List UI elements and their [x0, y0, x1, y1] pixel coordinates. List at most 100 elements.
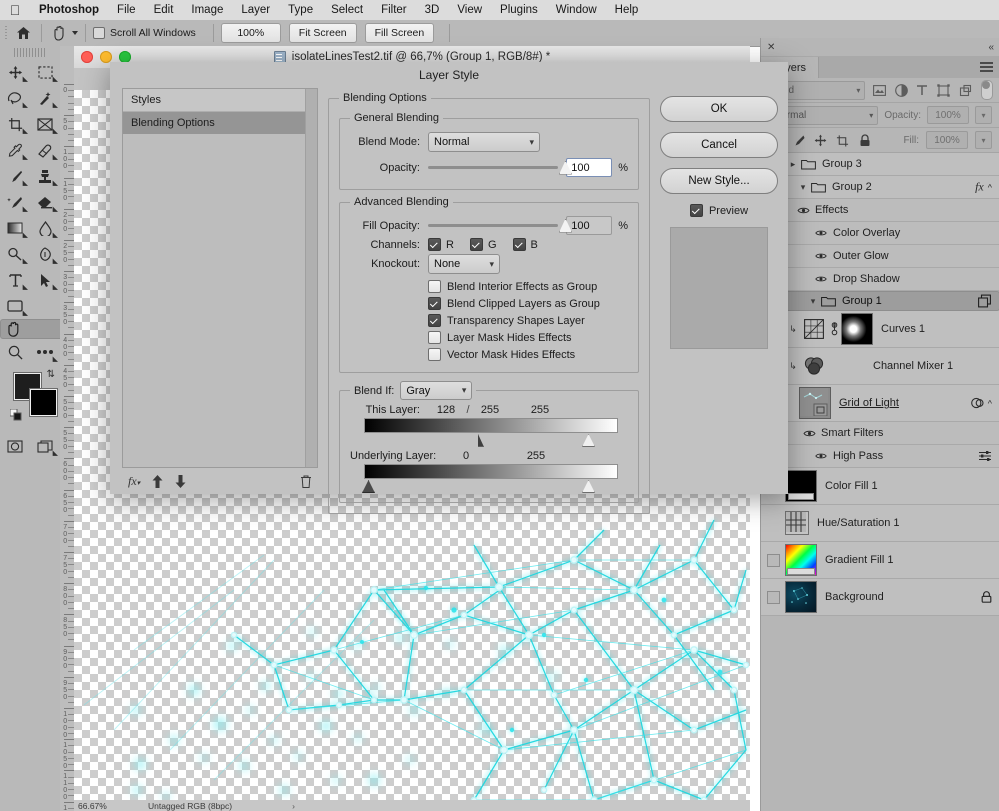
- new-style-button[interactable]: New Style...: [660, 168, 778, 194]
- group-collapse-chevron-icon[interactable]: ▾: [795, 182, 811, 193]
- lock-position-icon[interactable]: [813, 132, 828, 148]
- chevron-up-icon[interactable]: ^: [988, 398, 992, 408]
- blend-if-channel-select[interactable]: Gray ▾: [400, 381, 473, 400]
- hue-saturation-thumbnail[interactable]: [785, 511, 809, 535]
- layer-effects-indicator[interactable]: fx ^: [975, 180, 992, 195]
- fit-screen-button[interactable]: Fit Screen: [288, 23, 357, 43]
- underlying-layer-high-value[interactable]: 255: [516, 450, 556, 462]
- menu-item-help[interactable]: Help: [606, 4, 648, 16]
- brush-tool[interactable]: ◣: [0, 163, 30, 189]
- visibility-toggle-icon[interactable]: [809, 229, 833, 237]
- menu-item-window[interactable]: Window: [547, 4, 606, 16]
- layer-row-curves-1[interactable]: ↳ Curves 1: [761, 311, 999, 348]
- type-tool[interactable]: ◣: [0, 267, 30, 293]
- menu-item-edit[interactable]: Edit: [145, 4, 183, 16]
- menu-item-select[interactable]: Select: [322, 4, 372, 16]
- eyedropper-tool[interactable]: ◣: [0, 137, 30, 163]
- fx-icon[interactable]: fx▾: [128, 474, 140, 489]
- cancel-button[interactable]: Cancel: [660, 132, 778, 158]
- curves-adjustment-icon[interactable]: [801, 316, 827, 342]
- knockout-select[interactable]: None ▾: [428, 254, 500, 274]
- vertical-ruler[interactable]: 0501001502002503003504004505005506006507…: [60, 46, 75, 811]
- menu-item-layer[interactable]: Layer: [232, 4, 279, 16]
- layer-row-effects[interactable]: Effects: [761, 199, 999, 222]
- history-brush-tool[interactable]: ◣: [0, 189, 30, 215]
- lock-all-icon[interactable]: [857, 132, 872, 148]
- menu-item-image[interactable]: Image: [182, 4, 232, 16]
- hand-tool-icon[interactable]: [49, 22, 69, 44]
- lasso-tool[interactable]: ◣: [0, 85, 30, 111]
- channel-b-checkbox[interactable]: B: [512, 238, 538, 251]
- lock-artboard-icon[interactable]: [835, 132, 850, 148]
- panel-menu-icon[interactable]: [980, 62, 993, 74]
- preview-checkbox-row[interactable]: Preview: [689, 204, 748, 217]
- opacity-input[interactable]: 100: [566, 158, 613, 177]
- styles-list[interactable]: Styles Blending Options: [122, 88, 318, 468]
- link-mask-icon[interactable]: [827, 322, 841, 336]
- opacity-value[interactable]: 100%: [927, 106, 969, 124]
- blend-mode-select[interactable]: Normal ▾: [428, 132, 540, 152]
- menu-item-plugins[interactable]: Plugins: [491, 4, 547, 16]
- visibility-toggle-icon[interactable]: [809, 252, 833, 260]
- opacity-slider[interactable]: [428, 160, 572, 175]
- layer-row-background[interactable]: Background: [761, 579, 999, 616]
- layer-row-group-2[interactable]: ▾ Group 2 fx ^: [761, 176, 999, 199]
- menu-item-type[interactable]: Type: [279, 4, 322, 16]
- channel-g-checkbox[interactable]: G: [469, 238, 497, 251]
- layer-mask-thumbnail[interactable]: [841, 313, 873, 345]
- default-colors-icon[interactable]: [10, 409, 22, 421]
- layer-row-grid-of-light[interactable]: Grid of Light ^: [761, 385, 999, 422]
- trash-icon[interactable]: [300, 475, 312, 488]
- type-filter-icon[interactable]: [915, 82, 929, 98]
- eraser-tool[interactable]: ◣: [30, 189, 60, 215]
- screen-mode-icon[interactable]: ◣: [30, 433, 60, 459]
- visibility-toggle-icon[interactable]: [797, 429, 821, 438]
- this-layer-black-handle[interactable]: [478, 434, 484, 447]
- frame-tool[interactable]: ◣: [30, 111, 60, 137]
- this-layer-low-value[interactable]: 128: [430, 404, 462, 416]
- layer-row-drop-shadow[interactable]: Drop Shadow: [761, 268, 999, 291]
- styles-item-blending-options[interactable]: Blending Options: [123, 112, 317, 134]
- blend-clipped-layers-checkbox[interactable]: Blend Clipped Layers as Group: [428, 297, 628, 310]
- quick-mask-icon[interactable]: [0, 433, 30, 459]
- layer-row-gradient-fill-1[interactable]: Gradient Fill 1: [761, 542, 999, 579]
- this-layer-low-value-2[interactable]: 255: [474, 404, 506, 416]
- menu-item-photoshop[interactable]: Photoshop: [30, 4, 108, 16]
- visibility-checkbox[interactable]: [766, 553, 780, 567]
- visibility-checkbox[interactable]: [766, 590, 780, 604]
- chevron-up-icon[interactable]: ^: [988, 182, 992, 192]
- home-icon[interactable]: [12, 22, 34, 44]
- opacity-chevron-icon[interactable]: ▾: [975, 106, 992, 124]
- shape-filter-icon[interactable]: [937, 82, 951, 98]
- blur-tool[interactable]: ◣: [30, 215, 60, 241]
- background-thumbnail[interactable]: [785, 581, 817, 613]
- tool-preset-chevron-icon[interactable]: [72, 31, 78, 35]
- ok-button[interactable]: OK: [660, 96, 778, 122]
- underlying-black-handle[interactable]: [362, 480, 375, 493]
- arrow-up-icon[interactable]: [152, 474, 163, 488]
- fill-value[interactable]: 100%: [926, 131, 968, 149]
- move-tool[interactable]: ◣: [0, 59, 30, 85]
- adjustment-filter-icon[interactable]: [894, 82, 908, 98]
- dodge-tool[interactable]: ◣: [0, 241, 30, 267]
- status-zoom[interactable]: 66.67%: [74, 801, 136, 811]
- healing-brush-tool[interactable]: ◣: [30, 137, 60, 163]
- clone-stamp-tool[interactable]: ◣: [30, 163, 60, 189]
- close-button[interactable]: [81, 51, 93, 63]
- channel-mixer-adjustment-icon[interactable]: [801, 353, 827, 379]
- layer-row-smart-filters[interactable]: Smart Filters: [761, 422, 999, 445]
- double-chevron-icon[interactable]: «: [988, 42, 994, 53]
- gradient-tool[interactable]: ◣: [0, 215, 30, 241]
- styles-list-header[interactable]: Styles: [123, 89, 317, 112]
- more-tools-icon[interactable]: ◣: [30, 339, 60, 365]
- close-icon[interactable]: ✕: [767, 42, 775, 53]
- fill-opacity-slider[interactable]: [428, 218, 572, 233]
- background-color-swatch[interactable]: [30, 389, 57, 416]
- menu-item-file[interactable]: File: [108, 4, 145, 16]
- layer-row-hue-saturation-1[interactable]: Hue/Saturation 1: [761, 505, 999, 542]
- gradient-fill-thumbnail[interactable]: [785, 544, 817, 576]
- menu-item-filter[interactable]: Filter: [372, 4, 416, 16]
- this-layer-gradient[interactable]: [364, 418, 618, 433]
- underlying-layer-low-value[interactable]: 0: [450, 450, 482, 462]
- underlying-layer-gradient[interactable]: [364, 464, 618, 479]
